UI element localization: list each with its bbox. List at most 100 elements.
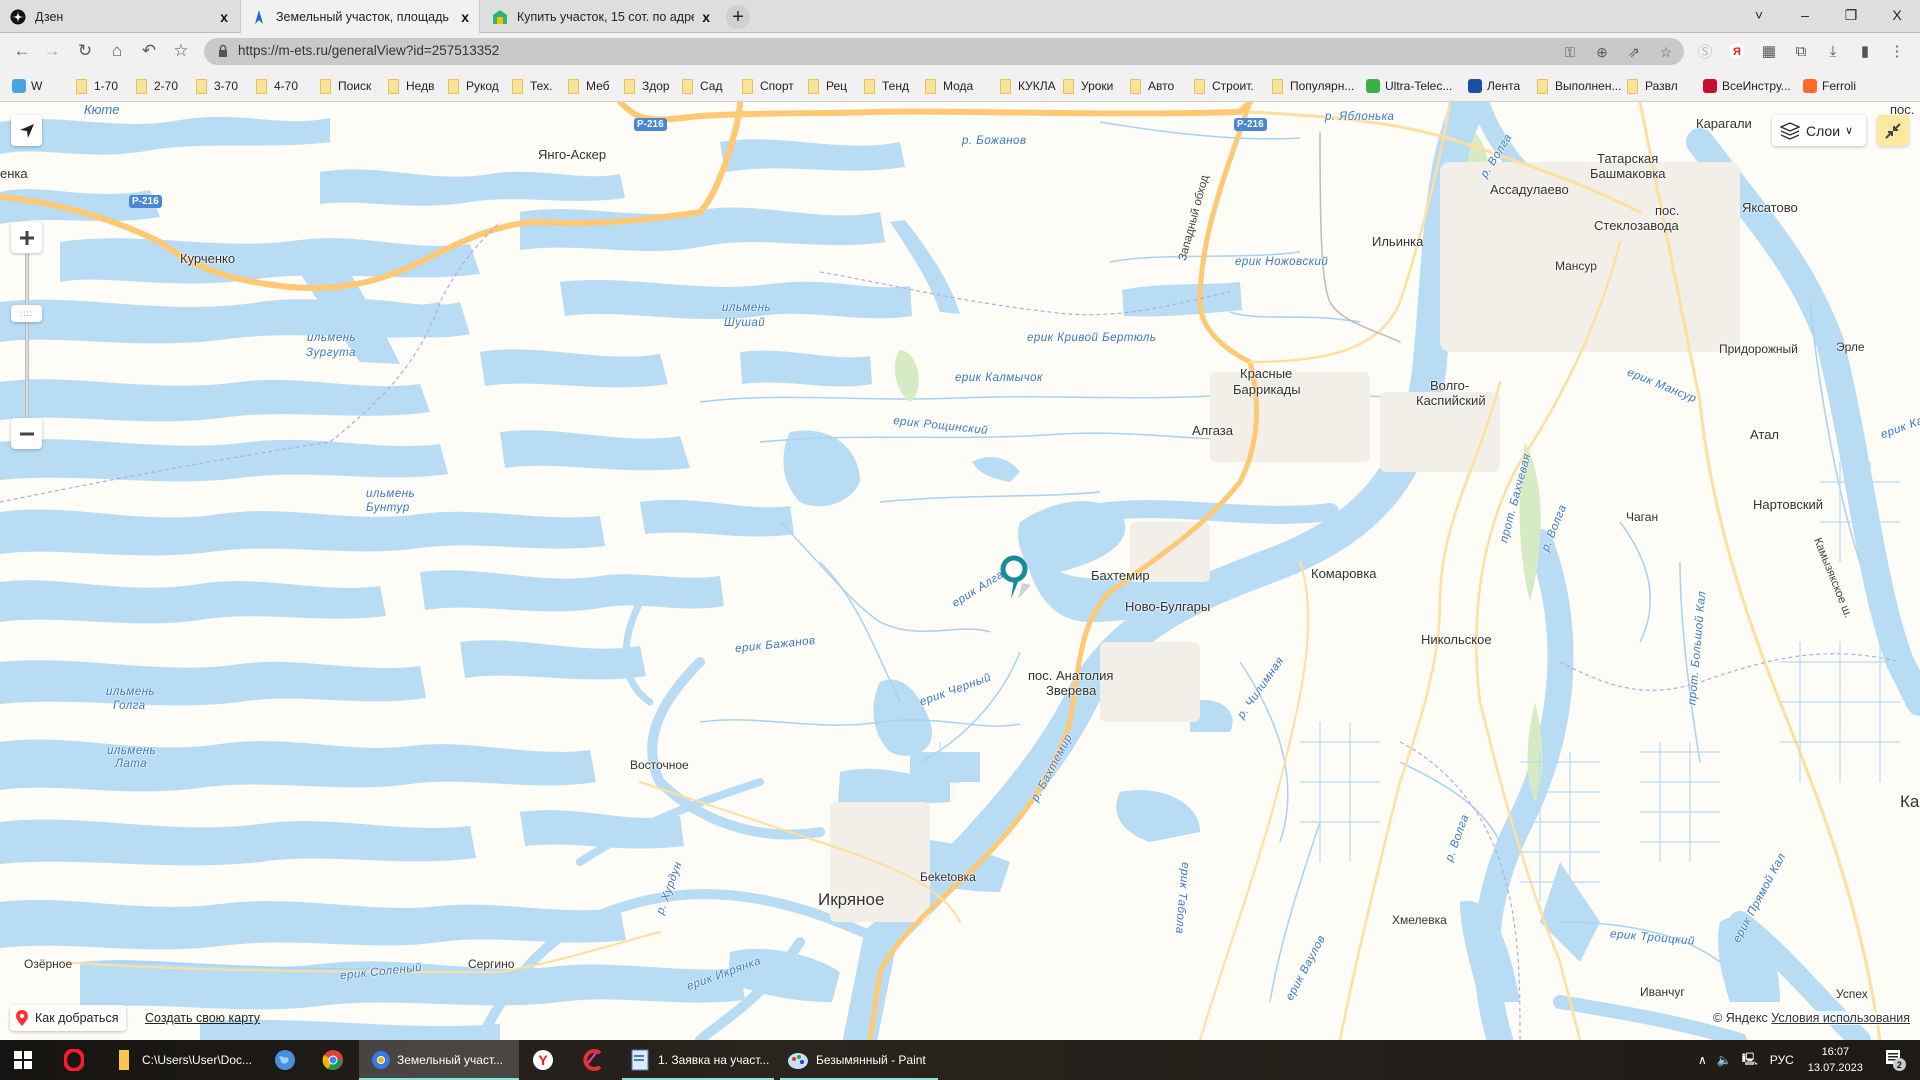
bookmark-item[interactable]: Развл: [1627, 77, 1678, 95]
close-tab-icon[interactable]: x: [220, 9, 228, 25]
layers-button[interactable]: Слои ∨: [1772, 115, 1866, 146]
zoom-slider-thumb[interactable]: ::::: [11, 305, 42, 322]
exit-fullscreen-button[interactable]: [1877, 115, 1909, 146]
zoom-slider-track[interactable]: [25, 254, 29, 422]
bookmark-item[interactable]: Рукод: [448, 77, 499, 95]
bookmark-item[interactable]: Недв: [388, 77, 434, 95]
route-button[interactable]: Как добраться: [10, 1005, 127, 1031]
close-window-button[interactable]: X: [1874, 0, 1920, 30]
taskbar-paint[interactable]: Безымянный - Paint: [780, 1040, 938, 1080]
address-bar[interactable]: https://m-ets.ru/generalView?id=25751335…: [204, 38, 1684, 65]
bookmark-item[interactable]: Уроки: [1063, 77, 1113, 95]
undo-close-button[interactable]: ↶: [137, 39, 161, 63]
taskbar-explorer[interactable]: C:\Users\User\Doc...: [104, 1040, 256, 1080]
map-label: Ново-Булгары: [1125, 599, 1211, 614]
collapse-arrows-icon: [1885, 122, 1901, 139]
folder-icon: [448, 78, 459, 94]
zoom-out-button[interactable]: [11, 418, 42, 449]
lock-icon: [219, 44, 227, 57]
bookmark-item[interactable]: 2-70: [136, 77, 178, 95]
yandex-extension-icon[interactable]: Я: [1727, 41, 1747, 61]
location-marker-icon[interactable]: [998, 555, 1034, 601]
taskbar-land-plot-window[interactable]: Земельный участ...: [359, 1040, 519, 1080]
zoom-in-button[interactable]: [11, 222, 42, 253]
new-tab-button[interactable]: +: [726, 5, 750, 29]
bookmark-item[interactable]: Мода: [925, 77, 973, 95]
bookmark-item[interactable]: 1-70: [76, 77, 118, 95]
terms-link[interactable]: Условия использования: [1771, 1011, 1910, 1025]
pin-icon: [16, 1010, 28, 1026]
start-button[interactable]: [8, 1040, 38, 1080]
create-map-link[interactable]: Создать свою карту: [145, 1011, 260, 1025]
bookmark-star-icon[interactable]: ☆: [1656, 42, 1676, 62]
close-tab-icon[interactable]: x: [461, 9, 469, 25]
bookmark-item[interactable]: Ultra-Telec...: [1366, 77, 1452, 95]
share-icon[interactable]: ⇗: [1624, 42, 1644, 62]
extensions-grid-icon[interactable]: ▦: [1759, 41, 1779, 61]
bookmark-item[interactable]: ВсеИнстру...: [1703, 77, 1791, 95]
bookmark-item[interactable]: Авто: [1130, 77, 1174, 95]
taskbar-chrome[interactable]: [318, 1040, 348, 1080]
bookmark-item[interactable]: 4-70: [256, 77, 298, 95]
bookmark-item[interactable]: Популярн...: [1272, 77, 1354, 95]
cashback-extension-icon[interactable]: Ⓢ: [1695, 41, 1715, 61]
menu-kebab-icon[interactable]: ⋮: [1887, 41, 1907, 61]
bookmarks-bar: W 1-70 2-70 3-70 4-70 Поиск Недв Рукод Тех. Меб Зд…: [0, 69, 1920, 102]
taskbar-yandex[interactable]: Y: [528, 1040, 558, 1080]
url-text[interactable]: https://m-ets.ru/generalView?id=25751335…: [238, 43, 499, 58]
language-indicator[interactable]: РУС: [1770, 1053, 1794, 1067]
action-center-button[interactable]: 2: [1885, 1049, 1906, 1071]
download-icon[interactable]: ⤓: [1823, 41, 1843, 61]
bookmark-item[interactable]: Тех.: [512, 77, 552, 95]
map-tiles[interactable]: [0, 102, 1920, 1040]
bookmark-item[interactable]: Сад: [682, 77, 722, 95]
volume-icon[interactable]: 🔈: [1717, 1053, 1732, 1067]
bookmark-label: 3-70: [214, 79, 239, 93]
bookmark-item[interactable]: Поиск: [320, 77, 371, 95]
bookmark-item[interactable]: Строит.: [1194, 77, 1254, 95]
paint-icon: [786, 1048, 810, 1072]
water-label: ерик Кривой Бертюль: [1027, 332, 1157, 344]
network-icon[interactable]: 🖳: [1742, 1050, 1758, 1071]
tab-label: Купить участок, 15 сот. по адрес: [517, 9, 695, 24]
map-label: Красные: [1240, 366, 1293, 381]
crop-icon[interactable]: ⧉: [1791, 41, 1811, 61]
tab-land-plot[interactable]: Земельный участок, площадь (м x: [240, 0, 480, 33]
taskbar-ccleaner[interactable]: [578, 1040, 608, 1080]
bookmark-item[interactable]: Лента: [1468, 77, 1520, 95]
zoom-icon[interactable]: ⊕: [1592, 42, 1612, 62]
taskbar-globe[interactable]: [270, 1040, 300, 1080]
minimize-button[interactable]: –: [1782, 0, 1828, 30]
folder-icon: [388, 78, 399, 94]
clock[interactable]: 16:07 13.07.2023: [1808, 1044, 1863, 1076]
taskbar-label: 1. Заявка на участ...: [658, 1053, 770, 1067]
close-tab-icon[interactable]: x: [702, 9, 710, 25]
bookmark-item[interactable]: Выполнен...: [1537, 77, 1621, 95]
bookmark-item[interactable]: Спорт: [742, 77, 794, 95]
bookmark-item[interactable]: Рец: [808, 77, 847, 95]
home-button[interactable]: ⌂: [105, 39, 129, 63]
taskbar-opera[interactable]: [56, 1040, 92, 1080]
tab-buy-plot[interactable]: Купить участок, 15 сот. по адрес x: [482, 0, 720, 33]
map-view[interactable]: Р-216 Р-216 Р-216 Кюте енка Янго-Аскер К…: [0, 102, 1920, 1040]
layers-icon: [1780, 121, 1800, 140]
bookmark-item[interactable]: КУКЛА: [1000, 77, 1056, 95]
bookmark-item[interactable]: Ferroli: [1803, 77, 1856, 95]
forward-button[interactable]: →: [40, 39, 64, 63]
back-button[interactable]: ←: [10, 39, 34, 63]
bookmark-item[interactable]: Тенд: [864, 77, 909, 95]
tab-dzen[interactable]: Дзен x: [0, 0, 238, 33]
geolocation-button[interactable]: [11, 115, 42, 146]
tab-search-dropdown-icon[interactable]: ˅: [1736, 0, 1782, 30]
bookmark-item[interactable]: Меб: [568, 77, 610, 95]
bookmark-item[interactable]: 3-70: [196, 77, 238, 95]
key-icon[interactable]: ⚿: [1560, 42, 1580, 62]
reload-button[interactable]: ↻: [73, 39, 97, 63]
bookmark-item[interactable]: Здор: [624, 77, 670, 95]
restore-button[interactable]: ❐: [1828, 0, 1874, 30]
side-panel-icon[interactable]: ▮: [1855, 41, 1875, 61]
show-hidden-icons-chevron-icon[interactable]: ∧: [1698, 1053, 1707, 1067]
taskbar-word-document[interactable]: 1. Заявка на участ...: [622, 1040, 774, 1080]
bookmark-manager-button[interactable]: ☆: [169, 39, 193, 63]
bookmark-item[interactable]: W: [12, 77, 42, 95]
